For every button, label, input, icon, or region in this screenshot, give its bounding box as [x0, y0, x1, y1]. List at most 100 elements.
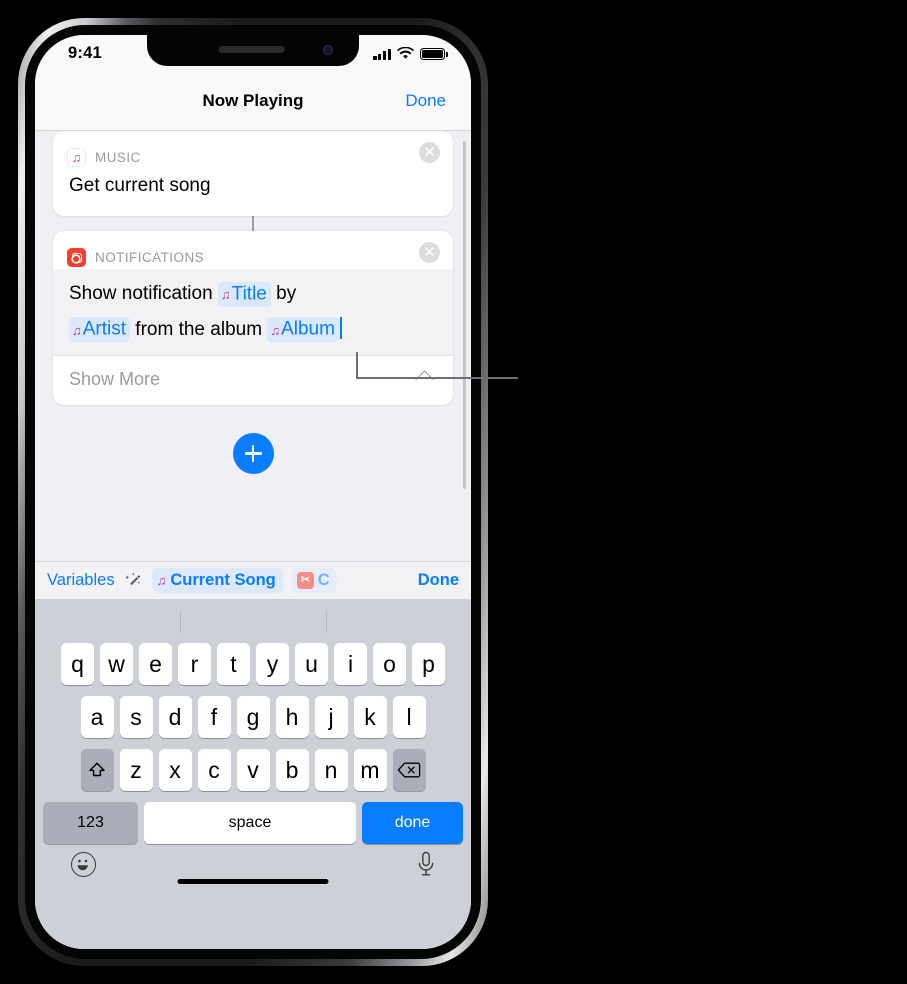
device-notch	[147, 35, 359, 66]
key-q[interactable]: q	[61, 643, 94, 685]
notifications-app-icon	[67, 247, 86, 267]
return-key[interactable]: done	[362, 802, 463, 844]
music-app-icon: ♫	[67, 147, 86, 167]
nav-done-button[interactable]: Done	[405, 91, 446, 111]
action-list: ♫ MUSIC ✕ Get current song NOTIFICATIONS…	[35, 131, 471, 479]
key-k[interactable]: k	[353, 696, 387, 738]
add-action-button[interactable]	[232, 433, 274, 475]
notification-static-text-3: from the album	[130, 318, 268, 340]
variable-token-title[interactable]: ♫Title	[217, 281, 271, 307]
space-key[interactable]: space	[144, 802, 356, 844]
key-o[interactable]: o	[373, 643, 406, 685]
key-b[interactable]: b	[275, 749, 309, 791]
home-indicator[interactable]	[177, 879, 329, 884]
music-note-icon: ♫	[156, 572, 167, 588]
action-card-header: NOTIFICATIONS ✕	[53, 231, 453, 269]
wifi-icon	[397, 47, 414, 59]
front-camera	[323, 45, 333, 55]
keyboard-row-2: a s d f g h j k l	[35, 696, 471, 738]
key-y[interactable]: y	[256, 643, 289, 685]
key-g[interactable]: g	[236, 696, 270, 738]
key-w[interactable]: w	[100, 643, 133, 685]
iphone-device-frame: 9:41 Now Playing Done ♫ MUSIC ✕ Get curr…	[18, 18, 488, 966]
key-h[interactable]: h	[275, 696, 309, 738]
show-more-button[interactable]: Show More	[53, 355, 453, 405]
shift-icon[interactable]	[80, 749, 114, 791]
key-z[interactable]: z	[119, 749, 153, 791]
keyboard-row-3: z x c v b n m	[35, 749, 471, 791]
action-card-notifications[interactable]: NOTIFICATIONS ✕ Show notification ♫Title…	[53, 231, 453, 406]
key-f[interactable]: f	[197, 696, 231, 738]
key-r[interactable]: r	[178, 643, 211, 685]
variables-accessory-bar: Variables ♫ Current Song ✂ C Done	[35, 561, 471, 599]
battery-icon	[420, 47, 448, 60]
variable-chip-label: C	[317, 570, 330, 589]
status-icons	[373, 47, 448, 60]
variable-token-album[interactable]: ♫Album	[267, 317, 339, 343]
screenshot-root: 9:41 Now Playing Done ♫ MUSIC ✕ Get curr…	[0, 0, 907, 984]
notification-text-field[interactable]: Show notification ♫Title by ♫Artist from…	[53, 269, 453, 356]
music-note-icon: ♫	[72, 322, 82, 338]
variable-chip-clipboard[interactable]: ✂ C	[291, 568, 337, 593]
keyboard-bottom-bar	[35, 844, 471, 892]
key-v[interactable]: v	[236, 749, 270, 791]
key-c[interactable]: c	[197, 749, 231, 791]
action-title: Get current song	[69, 175, 211, 196]
variable-token-artist[interactable]: ♫Artist	[69, 317, 131, 343]
close-circle-icon[interactable]: ✕	[419, 242, 440, 264]
key-m[interactable]: m	[353, 749, 387, 791]
action-app-name: MUSIC	[95, 149, 141, 165]
status-time: 9:41	[68, 44, 102, 62]
key-x[interactable]: x	[158, 749, 192, 791]
prediction-slot-1[interactable]	[35, 599, 180, 643]
numbers-key[interactable]: 123	[43, 802, 138, 844]
show-more-label: Show More	[69, 369, 161, 390]
magic-wand-icon[interactable]	[124, 571, 143, 590]
action-app-name: NOTIFICATIONS	[95, 249, 205, 265]
key-d[interactable]: d	[158, 696, 192, 738]
keyboard-done-button[interactable]: Done	[410, 571, 459, 590]
action-connector-line	[251, 216, 255, 232]
shortcut-editor-content: ♫ MUSIC ✕ Get current song NOTIFICATIONS…	[35, 131, 471, 949]
key-n[interactable]: n	[314, 749, 348, 791]
text-cursor	[339, 316, 342, 339]
earpiece-speaker	[218, 46, 285, 53]
key-i[interactable]: i	[334, 643, 367, 685]
backspace-icon[interactable]	[392, 749, 426, 791]
key-u[interactable]: u	[295, 643, 328, 685]
close-circle-icon[interactable]: ✕	[419, 142, 440, 163]
add-action-area	[35, 433, 471, 479]
navigation-bar: Now Playing Done	[35, 79, 471, 131]
microphone-icon[interactable]	[415, 851, 437, 877]
notification-static-text-2: by	[270, 283, 297, 305]
variable-token-label: Album	[281, 318, 335, 340]
key-l[interactable]: l	[392, 696, 426, 738]
key-p[interactable]: p	[412, 643, 445, 685]
key-e[interactable]: e	[139, 643, 172, 685]
key-a[interactable]: a	[80, 696, 114, 738]
key-s[interactable]: s	[119, 696, 153, 738]
scissors-icon: ✂	[296, 571, 314, 589]
key-t[interactable]: t	[217, 643, 250, 685]
music-note-icon: ♫	[220, 287, 231, 303]
predictive-text-bar	[35, 599, 471, 643]
onscreen-keyboard: q w e r t y u i o p a s d f g h j k l z …	[35, 599, 471, 949]
prediction-slot-2[interactable]	[180, 599, 325, 643]
emoji-icon[interactable]	[71, 852, 96, 877]
variable-chip-label: Current Song	[170, 570, 276, 589]
keyboard-row-4: 123 space done	[35, 802, 471, 844]
keyboard-row-1: q w e r t y u i o p	[35, 643, 471, 685]
phone-screen: 9:41 Now Playing Done ♫ MUSIC ✕ Get curr…	[35, 35, 471, 949]
key-j[interactable]: j	[314, 696, 348, 738]
action-card-header: ♫ MUSIC ✕	[53, 131, 453, 169]
variables-label[interactable]: Variables	[47, 571, 115, 590]
music-note-icon: ♫	[270, 322, 281, 338]
prediction-slot-3[interactable]	[325, 599, 471, 643]
variable-chip-current-song[interactable]: ♫ Current Song	[151, 568, 283, 593]
chevron-up-icon	[415, 370, 434, 389]
action-card-music[interactable]: ♫ MUSIC ✕ Get current song	[53, 131, 453, 217]
variable-token-label: Title	[231, 283, 267, 305]
signal-bars-icon	[373, 48, 391, 60]
variable-token-label: Artist	[82, 318, 127, 340]
notification-static-text-1: Show notification	[69, 283, 218, 305]
